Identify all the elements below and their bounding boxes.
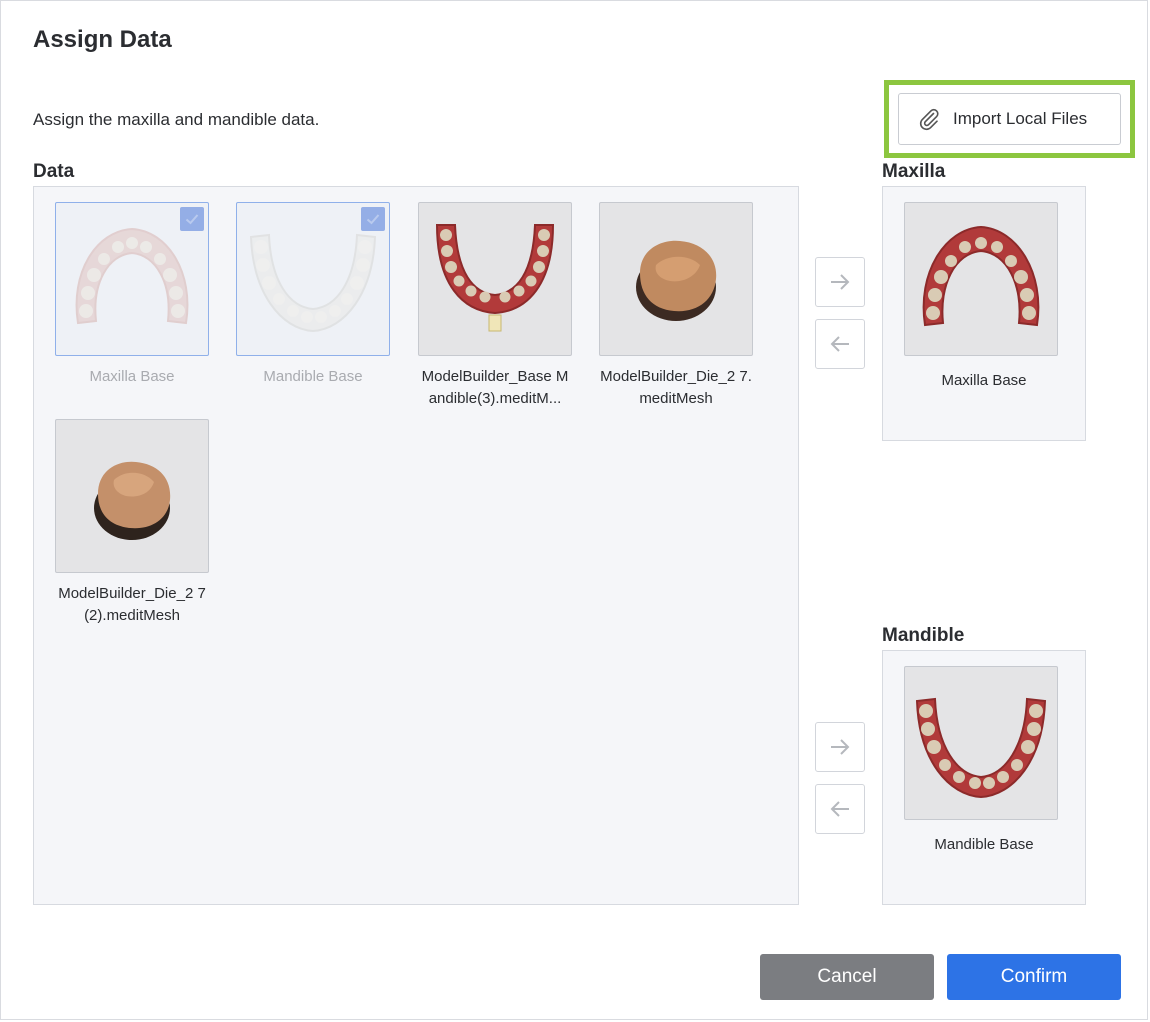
arrow-right-icon [831,274,850,290]
mandible-thumbnail [904,666,1058,820]
data-item-thumbnail [236,202,390,356]
tooth-die-icon [636,240,717,321]
checkmark-icon [361,207,385,231]
data-item-label: ModelBuilder_Die_2 7.meditMesh [600,368,752,407]
data-item-thumbnail [599,202,753,356]
unassign-mandible-button[interactable] [815,784,865,834]
import-local-files-button[interactable]: Import Local Files [898,93,1121,145]
mandible-section-label: Mandible [882,625,965,646]
mandible-arch-icon [435,224,555,332]
data-item-thumbnail [55,419,209,573]
maxilla-thumbnail [904,202,1058,356]
tooth-die-icon [94,461,171,540]
dialog-subtitle: Assign the maxilla and mandible data. [33,110,320,129]
data-item-modelbuilder-die-27-2[interactable]: ModelBuilder_Die_2 7(2).meditMesh [55,419,209,627]
paperclip-icon [919,108,939,131]
arrow-left-icon [830,336,849,352]
arrow-right-icon [831,739,850,755]
cancel-button[interactable]: Cancel [760,954,934,1000]
mandible-arch-icon [915,697,1047,799]
maxilla-drop-panel[interactable]: Maxilla Base [882,186,1086,441]
data-item-modelbuilder-die-27[interactable]: ModelBuilder_Die_2 7.meditMesh [599,202,753,410]
assign-to-maxilla-button[interactable] [815,257,865,307]
data-item-mandible-base[interactable]: Mandible Base [236,202,390,388]
data-item-label: ModelBuilder_Base Mandible(3).meditM... [421,368,569,407]
assign-data-dialog: Assign Data Assign the maxilla and mandi… [0,0,1148,1020]
data-item-label: Mandible Base [263,368,363,385]
data-list-panel: Maxilla Base Mandible Base ModelBuilder_… [33,186,799,905]
maxilla-assigned-label: Maxilla Base [941,372,1027,389]
data-item-maxilla-base[interactable]: Maxilla Base [55,202,209,388]
maxilla-section-label: Maxilla [882,161,946,182]
data-item-label: Maxilla Base [89,368,175,385]
mandible-assigned-label: Mandible Base [934,836,1034,853]
checkmark-icon [180,207,204,231]
data-item-thumbnail [418,202,572,356]
arrow-left-icon [830,801,849,817]
assign-to-mandible-button[interactable] [815,722,865,772]
data-item-modelbuilder-base-mandible[interactable]: ModelBuilder_Base Mandible(3).meditM... [418,202,572,410]
data-section-label: Data [33,161,75,182]
data-item-label: ModelBuilder_Die_2 7(2).meditMesh [58,585,206,624]
dialog-title: Assign Data [33,26,172,53]
data-item-thumbnail [55,202,209,356]
confirm-button[interactable]: Confirm [947,954,1121,1000]
import-local-files-label: Import Local Files [953,109,1088,128]
maxilla-arch-icon [922,225,1040,327]
mandible-drop-panel[interactable]: Mandible Base [882,650,1086,905]
unassign-maxilla-button[interactable] [815,319,865,369]
